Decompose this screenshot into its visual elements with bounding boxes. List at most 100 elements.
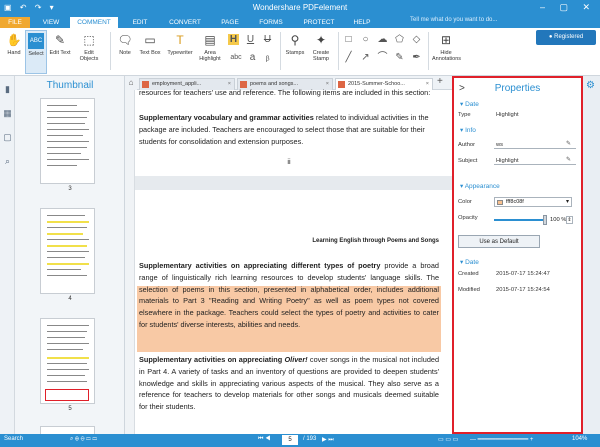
home-icon: ⌂	[128, 78, 134, 87]
search-label[interactable]: Search	[4, 436, 23, 442]
thumbnail-page[interactable]	[40, 318, 95, 404]
page-separator	[135, 176, 452, 190]
thumbnail-icon[interactable]: ▦	[2, 108, 13, 119]
gear-icon[interactable]: ⚙	[586, 80, 598, 92]
created-value: 2015-07-17 15:24:47	[496, 271, 550, 277]
create-stamp-button[interactable]: ✦ Create Stamp	[307, 30, 335, 74]
zoom-slider[interactable]: — ━━━━━━━━━━━━━━ +	[470, 436, 533, 443]
polygon-icon[interactable]: ⬠	[394, 34, 405, 45]
caret-icon[interactable]: ᵦ	[262, 52, 273, 63]
created-label: Created	[458, 271, 479, 277]
view-mode-icons[interactable]: ▭ ▭ ▭	[438, 436, 458, 443]
highlight-text-icon[interactable]: H	[228, 34, 239, 45]
ribbon-divider	[280, 32, 281, 70]
tab-edit[interactable]: EDIT	[122, 17, 158, 28]
edit-subject-icon[interactable]: ✎	[566, 156, 571, 163]
tab-convert[interactable]: CONVERT	[162, 17, 208, 28]
rectangle-icon[interactable]: □	[343, 34, 354, 45]
tab-page[interactable]: PAGE	[212, 17, 248, 28]
circle-icon[interactable]: ○	[360, 34, 371, 45]
tab-file[interactable]: FILE	[0, 17, 30, 28]
pencil-icon[interactable]: ✎	[394, 52, 405, 63]
tab-comment[interactable]: COMMENT	[70, 17, 118, 28]
thumbnail-page[interactable]	[40, 98, 95, 184]
arrow-icon[interactable]: ↗	[360, 52, 371, 63]
thumbnail-page[interactable]	[40, 208, 95, 294]
section-info[interactable]: ▾ Info	[460, 126, 476, 134]
tell-me-box[interactable]: Tell me what do you want to do...	[410, 17, 497, 23]
insert-text-icon[interactable]: a	[247, 52, 258, 63]
thumbnail-panel: Thumbnail 3 4 5	[15, 76, 125, 434]
note-icon: 🗨	[117, 33, 133, 47]
thumbnail-page[interactable]	[40, 426, 95, 434]
pdf-icon	[240, 81, 247, 88]
page-number: ii	[287, 157, 291, 166]
document-scrollbar[interactable]	[125, 90, 135, 434]
properties-panel: > Properties ▾ Date Type Highlight ▾ Inf…	[452, 76, 583, 434]
underline-icon[interactable]: U	[245, 34, 256, 45]
first-page-icon[interactable]: ⏮ ◀	[258, 436, 270, 443]
zoom-tools[interactable]: ⌕ ⊕ ⊖ ▭ ▭	[70, 436, 97, 443]
ribbon-divider	[110, 32, 111, 70]
opacity-spinner[interactable]: ⇕	[566, 216, 573, 224]
line-icon[interactable]: ╱	[343, 52, 354, 63]
home-tab[interactable]: ⌂	[125, 76, 137, 90]
section-date[interactable]: ▾ Date	[460, 100, 479, 108]
edit-text-button[interactable]: ✎ Edit Text	[49, 30, 71, 74]
use-as-default-button[interactable]: Use as Default	[458, 235, 540, 248]
thumbnail-page-number: 3	[68, 186, 72, 192]
strikethrough-icon[interactable]: U	[262, 34, 273, 45]
author-field[interactable]	[494, 139, 576, 149]
registered-badge[interactable]: ● Registered	[536, 30, 596, 45]
section-appearance[interactable]: ▾ Appearance	[460, 182, 500, 190]
cloud-icon[interactable]: ☁	[377, 34, 388, 45]
select-tool-button[interactable]: ABC Select	[25, 30, 47, 74]
slider-handle[interactable]	[543, 215, 547, 225]
eraser-icon[interactable]: ◇	[411, 34, 422, 45]
opacity-slider[interactable]	[494, 215, 547, 225]
author-label: Author	[458, 142, 476, 148]
create-stamp-icon: ✦	[315, 33, 327, 47]
tab-help[interactable]: HELP	[346, 17, 378, 28]
select-icon: ABC	[28, 33, 44, 49]
thumbnail-title: Thumbnail	[46, 80, 94, 91]
note-button[interactable]: 🗨 Note	[114, 30, 136, 74]
tab-protect[interactable]: PROTECT	[296, 17, 342, 28]
subject-value: Highlight	[496, 158, 519, 164]
type-label: Type	[458, 112, 471, 118]
hand-tool-button[interactable]: ✋ Hand	[3, 30, 25, 74]
tab-view[interactable]: VIEW	[34, 17, 68, 28]
pen-icon[interactable]: ✒	[411, 52, 422, 63]
stamp-icon: ⚲	[290, 33, 300, 47]
comment-icon[interactable]: ▢	[2, 132, 13, 143]
thumbnail-page-number: 4	[68, 296, 72, 302]
new-tab-icon[interactable]: +	[437, 76, 443, 87]
properties-title: Properties	[494, 83, 541, 94]
user-icon: ●	[548, 34, 553, 40]
search-icon[interactable]: ⌕	[2, 156, 13, 167]
bookmark-icon[interactable]: ▮	[2, 84, 13, 95]
status-bar: Search ⌕ ⊕ ⊖ ▭ ▭ ⏮ ◀ 5 / 193 ▶ ⏭ ▭ ▭ ▭ —…	[0, 434, 600, 447]
next-page-icon[interactable]: ▶ ⏭	[322, 436, 334, 444]
typewriter-button[interactable]: T Typewriter	[165, 30, 195, 74]
doc-text: resources for teachers' use and referenc…	[139, 89, 431, 97]
zoom-value: 104%	[572, 436, 588, 442]
edit-objects-button[interactable]: ⬚ Edit Objects	[75, 30, 103, 74]
replace-text-icon[interactable]: abc	[228, 52, 244, 63]
page-number-input[interactable]: 5	[282, 435, 298, 445]
window-controls[interactable]: – ▢ ✕	[540, 2, 596, 13]
subject-label: Subject	[458, 158, 478, 164]
tab-forms[interactable]: FORMS	[252, 17, 290, 28]
text-box-button[interactable]: ▭ Text Box	[137, 30, 163, 74]
area-highlight-button[interactable]: ▤ Area Highlight	[197, 30, 223, 74]
polyline-icon[interactable]: ⌒	[377, 52, 388, 63]
type-value: Highlight	[496, 112, 519, 118]
hide-annotations-button[interactable]: ⊞ Hide Annotations	[432, 30, 461, 74]
title-bar: ▣ ↶ ↷ ▾ Wondershare PDFelement – ▢ ✕	[0, 0, 600, 16]
left-sidebar: ▮ ▦ ▢ ⌕	[0, 76, 15, 434]
edit-author-icon[interactable]: ✎	[566, 140, 571, 147]
modified-label: Modified	[458, 287, 480, 293]
section-date-2[interactable]: ▾ Date	[460, 258, 479, 266]
stamps-button[interactable]: ⚲ Stamps	[284, 30, 306, 74]
color-select[interactable]: fff8c08f ▾	[494, 197, 572, 207]
